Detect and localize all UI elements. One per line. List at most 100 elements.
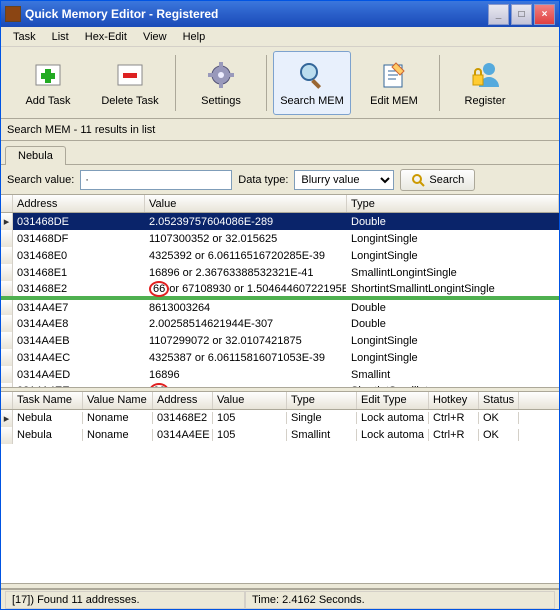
grid-header: Address Value Type [1, 195, 559, 213]
maximize-button[interactable]: □ [511, 4, 532, 25]
cell-address: 0314A4ED [13, 369, 145, 381]
table-row[interactable]: ▸031468DE2.05239757604086E-289Double [1, 213, 559, 230]
menu-hex-edit[interactable]: Hex-Edit [77, 29, 135, 45]
cell-type: LongintSingle [347, 335, 559, 347]
cell-value: 2.05239757604086E-289 [145, 216, 347, 228]
window-title: Quick Memory Editor - Registered [25, 7, 488, 21]
tasks-grid[interactable]: Task NameValue NameAddressValueTypeEdit … [1, 392, 559, 584]
col-hotkey[interactable]: Hotkey [429, 392, 479, 409]
edit-mem-button[interactable]: Edit MEM [355, 51, 433, 115]
table-row[interactable]: 031468E04325392 or 6.06116516720285E-39L… [1, 247, 559, 264]
table-row[interactable]: 0314A4E78613003264Double [1, 298, 559, 315]
minimize-button[interactable]: _ [488, 4, 509, 25]
search-button-label: Search [429, 174, 464, 186]
plus-icon [32, 59, 64, 91]
toolbar: Add Task Delete Task Settings Search MEM [1, 47, 559, 119]
cell-type: ShortintSmallintLongintSingle [347, 283, 559, 295]
results-status: Search MEM - 11 results in list [1, 119, 559, 141]
table-row[interactable]: 0314A4EC4325387 or 6.06115816071053E-39L… [1, 349, 559, 366]
register-button[interactable]: Register [446, 51, 524, 115]
col-type[interactable]: Type [347, 195, 559, 212]
search-label: Search value: [7, 174, 74, 186]
row-indicator [1, 332, 13, 349]
delete-task-button[interactable]: Delete Task [91, 51, 169, 115]
cell-value: 1107299072 or 32.0107421875 [145, 335, 347, 347]
search-bar: Search value: Data type: Blurry value Se… [1, 165, 559, 195]
search-button[interactable]: Search [400, 169, 475, 191]
cell-type: Double [347, 216, 559, 228]
table-row[interactable]: 031468DF1107300352 or 32.015625LongintSi… [1, 230, 559, 247]
status-time: Time: 2.4162 Seconds. [245, 591, 555, 609]
row-indicator [1, 247, 13, 264]
col-type[interactable]: Type [287, 392, 357, 409]
datatype-label: Data type: [238, 174, 288, 186]
cell-type: Double [347, 302, 559, 314]
cell: Noname [83, 429, 153, 441]
col-address[interactable]: Address [13, 195, 145, 212]
cell: Lock automa [357, 412, 429, 424]
cell-address: 0314A4E7 [13, 302, 145, 314]
cell: OK [479, 412, 519, 424]
cell: Smallint [287, 429, 357, 441]
titlebar[interactable]: Quick Memory Editor - Registered _ □ × [1, 1, 559, 27]
add-task-button[interactable]: Add Task [9, 51, 87, 115]
cell-address: 031468E0 [13, 250, 145, 262]
menu-view[interactable]: View [135, 29, 175, 45]
datatype-select[interactable]: Blurry value [294, 170, 394, 190]
tab-nebula[interactable]: Nebula [5, 146, 66, 165]
cell: 105 [213, 412, 287, 424]
row-indicator: ▸ [1, 410, 13, 427]
cell: 105 [213, 429, 287, 441]
grid-indicator-header [1, 195, 13, 212]
table-row[interactable]: ▸NebulaNoname031468E2105SingleLock autom… [1, 410, 559, 427]
col-edit-type[interactable]: Edit Type [357, 392, 429, 409]
highlight-circle: 66 [149, 281, 169, 297]
toolbar-separator [439, 55, 440, 111]
cell-type: LongintSingle [347, 250, 559, 262]
cell: Noname [83, 412, 153, 424]
row-indicator: ▸ [1, 213, 13, 230]
cell-value: 4325387 or 6.06115816071053E-39 [145, 352, 347, 364]
menu-task[interactable]: Task [5, 29, 44, 45]
tool-label: Edit MEM [370, 95, 418, 107]
menu-help[interactable]: Help [175, 29, 214, 45]
table-row[interactable]: NebulaNoname0314A4EE105SmallintLock auto… [1, 427, 559, 444]
table-row[interactable]: 0314A4E82.00258514621944E-307Double [1, 315, 559, 332]
cell-value: 16896 or 2.36763388532321E-41 [145, 267, 347, 279]
search-mem-button[interactable]: Search MEM [273, 51, 351, 115]
row-indicator [1, 427, 13, 444]
col-task-name[interactable]: Task Name [13, 392, 83, 409]
results-grid[interactable]: Address Value Type ▸031468DE2.0523975760… [1, 195, 559, 387]
cell: 031468E2 [153, 412, 213, 424]
cell: Single [287, 412, 357, 424]
cell-value: 16896 [145, 369, 347, 381]
col-value[interactable]: Value [145, 195, 347, 212]
cell-type: Double [347, 318, 559, 330]
search-icon [411, 173, 425, 187]
col-address[interactable]: Address [153, 392, 213, 409]
table-row[interactable]: 0314A4EE66ShortintSmallint [1, 383, 559, 387]
cell-value: 66 or 67108930 or 1.50464460722195E-36 [145, 281, 347, 297]
cell: Ctrl+R [429, 429, 479, 441]
settings-button[interactable]: Settings [182, 51, 260, 115]
menu-list[interactable]: List [44, 29, 77, 45]
cell: Nebula [13, 429, 83, 441]
col-status[interactable]: Status [479, 392, 519, 409]
col-value-name[interactable]: Value Name [83, 392, 153, 409]
cell-address: 0314A4EE [13, 385, 145, 387]
cell: Lock automa [357, 429, 429, 441]
table-row[interactable]: 0314A4EB1107299072 or 32.0107421875Longi… [1, 332, 559, 349]
row-indicator [1, 383, 13, 387]
tool-label: Delete Task [101, 95, 158, 107]
col-value[interactable]: Value [213, 392, 287, 409]
search-value-input[interactable] [80, 170, 232, 190]
cell-value: 2.00258514621944E-307 [145, 318, 347, 330]
table-row[interactable]: 031468E116896 or 2.36763388532321E-41Sma… [1, 264, 559, 281]
cell-value: 1107300352 or 32.015625 [145, 233, 347, 245]
cell-address: 031468DE [13, 216, 145, 228]
table-row[interactable]: 031468E266 or 67108930 or 1.504644607221… [1, 281, 559, 298]
cell-type: LongintSingle [347, 233, 559, 245]
table-row[interactable]: 0314A4ED16896Smallint [1, 366, 559, 383]
cell-address: 0314A4EB [13, 335, 145, 347]
close-button[interactable]: × [534, 4, 555, 25]
